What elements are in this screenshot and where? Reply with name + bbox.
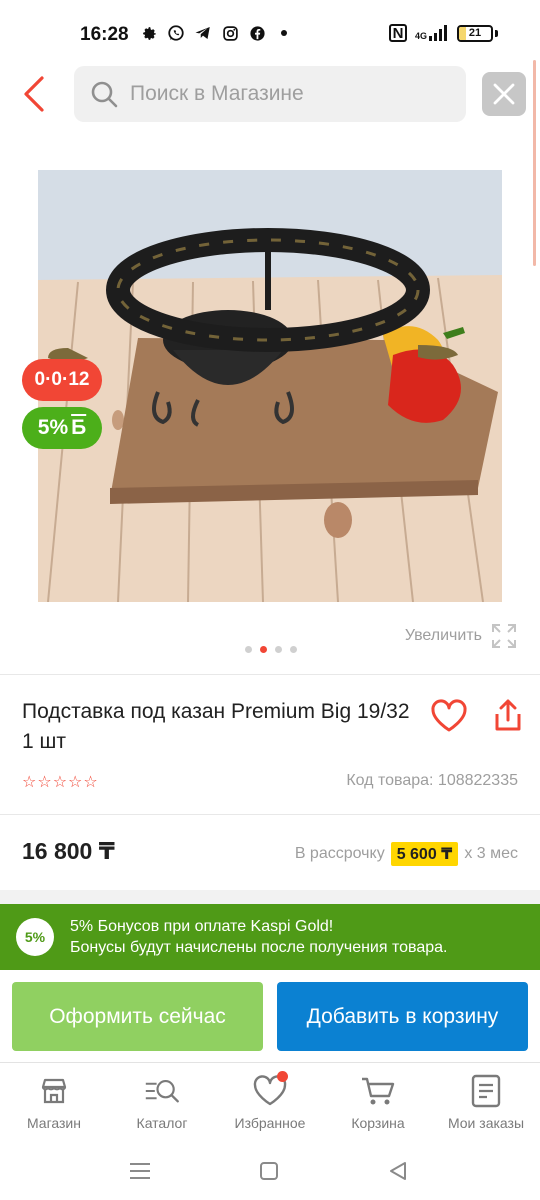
- pagination-dot-active[interactable]: [260, 646, 267, 653]
- scrollbar[interactable]: [533, 60, 536, 266]
- bonus-banner-line2: Бонусы будут начислены после получения т…: [70, 939, 448, 956]
- share-button[interactable]: [488, 694, 528, 736]
- back-triangle-icon: [390, 1162, 406, 1180]
- installment-badge: 0·0·12: [22, 359, 102, 401]
- share-icon: [495, 699, 521, 731]
- bonus-banner-text: 5% Бонусов при оплате Kaspi Gold! Бонусы…: [70, 916, 447, 958]
- tab-cart[interactable]: Корзина: [324, 1063, 432, 1142]
- buy-now-button[interactable]: Оформить сейчас: [12, 982, 263, 1051]
- rating-stars[interactable]: ☆ ☆ ☆ ☆ ☆: [22, 772, 98, 792]
- product-price: 16 800 ₸: [22, 838, 115, 864]
- instagram-icon: [221, 24, 239, 42]
- star-icon: ☆: [68, 774, 83, 791]
- installment-info[interactable]: В рассрочку 5 600 ₸ x 3 мес: [295, 842, 518, 866]
- system-navigation-bar: [0, 1142, 540, 1200]
- bonus-banner-line1: 5% Бонусов при оплате Kaspi Gold!: [70, 918, 334, 935]
- network-label: 4G: [414, 31, 427, 41]
- product-sku: Код товара: 108822335: [346, 772, 518, 789]
- product-title: Подставка под казан Premium Big 19/32 1 …: [22, 700, 410, 753]
- zoom-label: Увеличить: [404, 627, 482, 644]
- back-arrow-icon: [24, 76, 44, 112]
- installment-amount: 5 600 ₸: [390, 842, 459, 866]
- home-icon: [260, 1162, 278, 1180]
- tab-shop[interactable]: Магазин: [0, 1063, 108, 1142]
- status-bar: 16:28 N 4G 21: [0, 0, 540, 58]
- bonus-badge-value: 5%: [37, 416, 69, 439]
- home-button[interactable]: [254, 1156, 284, 1186]
- battery-icon: 21: [457, 24, 493, 42]
- nfc-icon: N: [388, 24, 407, 42]
- battery-fill: [459, 26, 466, 40]
- battery-level: 21: [468, 27, 482, 39]
- telegram-icon: [194, 24, 212, 42]
- shop-icon: [36, 1073, 72, 1109]
- tab-shop-label: Магазин: [26, 1115, 81, 1131]
- heart-icon: [431, 699, 467, 732]
- tab-catalog-label: Каталог: [136, 1115, 188, 1131]
- section-separator: [0, 890, 540, 904]
- bonus-badge-currency: Б: [71, 416, 87, 439]
- tab-orders-label: Мои заказы: [447, 1115, 525, 1131]
- star-icon: ☆: [22, 774, 37, 791]
- action-row: Оформить сейчас Добавить в корзину: [0, 970, 540, 1062]
- settings-icon: [140, 24, 158, 42]
- favorites-notification-dot: [277, 1071, 288, 1082]
- bottom-tab-bar: Магазин Каталог Избранное Корзина Мои за…: [0, 1062, 540, 1142]
- menu-icon: [130, 1163, 150, 1179]
- status-app-icons: [140, 24, 287, 42]
- recent-apps-button[interactable]: [125, 1156, 155, 1186]
- back-button[interactable]: [14, 70, 54, 118]
- divider: [0, 814, 540, 815]
- tab-cart-label: Корзина: [351, 1115, 405, 1131]
- close-icon: [493, 83, 515, 105]
- product-image[interactable]: [38, 170, 502, 602]
- status-time: 16:28: [80, 24, 129, 45]
- expand-icon: [492, 624, 516, 648]
- favorite-button[interactable]: [428, 696, 470, 736]
- signal-icon: 4G: [415, 25, 449, 41]
- installment-prefix: В рассрочку: [294, 845, 385, 862]
- installment-suffix: x 3 мес: [464, 845, 518, 862]
- pagination-dot[interactable]: [290, 646, 297, 653]
- system-back-button[interactable]: [383, 1156, 413, 1186]
- orders-icon: [468, 1073, 504, 1109]
- tab-favorites[interactable]: Избранное: [216, 1063, 324, 1142]
- bonus-circle-badge: 5%: [16, 918, 54, 956]
- close-button[interactable]: [482, 72, 526, 116]
- tab-orders[interactable]: Мои заказы: [432, 1063, 540, 1142]
- pagination-dot[interactable]: [275, 646, 282, 653]
- bonus-banner[interactable]: 5% 5% Бонусов при оплате Kaspi Gold! Бон…: [0, 904, 540, 970]
- star-icon: ☆: [52, 774, 68, 791]
- cart-icon: [360, 1073, 396, 1109]
- status-system-icons: N 4G 21: [388, 24, 498, 42]
- search-input[interactable]: [130, 82, 430, 106]
- star-icon: ☆: [83, 774, 98, 791]
- header: [0, 62, 540, 126]
- tab-catalog[interactable]: Каталог: [108, 1063, 216, 1142]
- tab-favorites-label: Избранное: [234, 1115, 306, 1131]
- image-pagination: [245, 646, 297, 653]
- search-icon: [91, 81, 118, 108]
- search-box[interactable]: [74, 66, 466, 122]
- facebook-icon: [248, 24, 266, 42]
- product-photo: [38, 170, 502, 602]
- more-notifications-icon: [281, 30, 287, 36]
- whatsapp-icon: [167, 24, 185, 42]
- add-to-cart-button[interactable]: Добавить в корзину: [277, 982, 528, 1051]
- star-icon: ☆: [37, 774, 52, 791]
- zoom-button[interactable]: Увеличить: [405, 622, 518, 650]
- bonus-badge: 5% Б: [22, 407, 102, 449]
- pagination-dot[interactable]: [245, 646, 252, 653]
- divider: [0, 674, 540, 675]
- catalog-icon: [144, 1073, 180, 1109]
- battery-tip: [495, 29, 498, 37]
